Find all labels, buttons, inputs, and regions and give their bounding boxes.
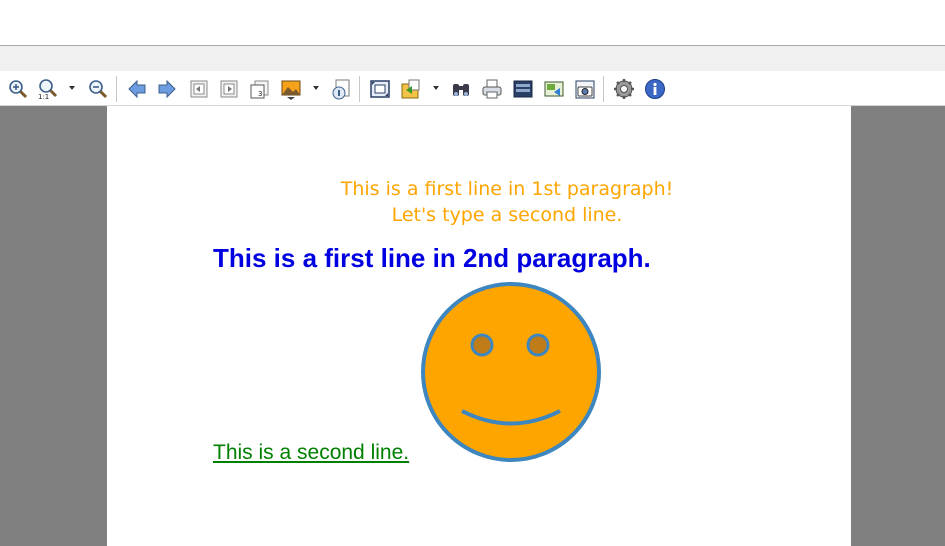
svg-text:3: 3 (258, 90, 262, 98)
page-setup-icon[interactable] (330, 78, 352, 100)
first-page-icon[interactable] (188, 78, 210, 100)
paragraph-2-line-1: This is a first line in 2nd paragraph. (213, 243, 651, 273)
toolbar-strip (0, 46, 945, 71)
zoom-dropdown-arrow-icon[interactable] (68, 84, 76, 92)
toolbar-separator (359, 76, 360, 102)
zoom-in-icon[interactable] (7, 78, 29, 100)
forward-arrow-icon[interactable] (156, 78, 178, 100)
next-page-icon[interactable] (218, 78, 240, 100)
settings-gear-icon[interactable] (613, 78, 635, 100)
page-number-icon[interactable]: 3 (249, 78, 271, 100)
toolbar: 1:1 3 (0, 71, 945, 106)
fit-page-icon[interactable] (369, 78, 391, 100)
document-page: This is a first line in 1st paragraph! L… (107, 106, 851, 546)
smiley-face-icon (420, 281, 602, 463)
snapshot-camera-icon[interactable] (574, 78, 596, 100)
background-dropdown-arrow-icon[interactable] (312, 84, 320, 92)
find-binoculars-icon[interactable] (450, 78, 472, 100)
export-dropdown-arrow-icon[interactable] (432, 84, 440, 92)
send-image-icon[interactable] (543, 78, 565, 100)
zoom-out-icon[interactable] (87, 78, 109, 100)
svg-text:1:1: 1:1 (38, 93, 49, 100)
background-image-icon[interactable] (280, 78, 302, 100)
paragraph-1-line-2: Let's type a second line. (391, 204, 623, 226)
toolbar-separator (116, 76, 117, 102)
zoom-actual-size-icon[interactable]: 1:1 (37, 78, 59, 100)
info-icon[interactable] (644, 78, 666, 100)
window-title-area (0, 0, 945, 46)
paragraph-1-line-1: This is a first line in 1st paragraph! (340, 178, 674, 200)
save-layers-icon[interactable] (512, 78, 534, 100)
back-arrow-icon[interactable] (126, 78, 148, 100)
toolbar-separator (603, 76, 604, 102)
print-icon[interactable] (481, 78, 503, 100)
export-icon[interactable] (400, 78, 422, 100)
paragraph-2-line-2: This is a second line. (213, 441, 410, 464)
